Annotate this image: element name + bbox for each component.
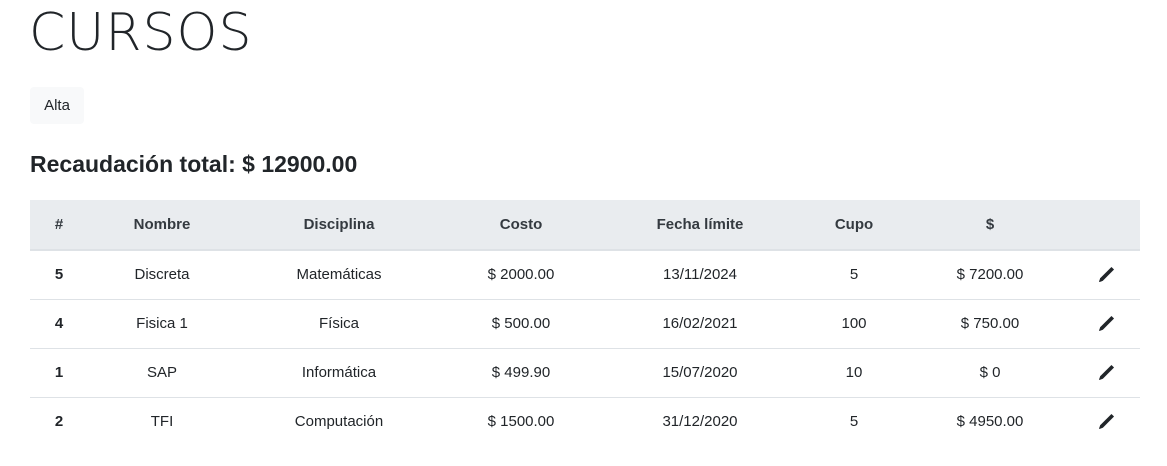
cell-cupo: 5 bbox=[849, 266, 859, 284]
column-header-cupo: Cupo bbox=[800, 200, 908, 251]
cell-disciplina: Informática bbox=[301, 364, 377, 381]
cell-nombre: Discreta bbox=[134, 266, 190, 284]
courses-table: # Nombre Disciplina Costo Fecha límite C… bbox=[30, 200, 1140, 446]
column-header-total: $ bbox=[908, 200, 1072, 251]
pencil-icon[interactable] bbox=[1097, 364, 1115, 382]
cell-disciplina: Computación bbox=[294, 413, 384, 431]
cell-costo: $ 499.90 bbox=[491, 364, 551, 381]
pencil-icon[interactable] bbox=[1097, 266, 1115, 284]
cell-cupo: 5 bbox=[849, 413, 859, 431]
column-header-actions bbox=[1072, 200, 1140, 251]
table-row: 2 TFI Computación $ 1500.00 31/12/2020 5… bbox=[30, 397, 1140, 446]
table-header-row: # Nombre Disciplina Costo Fecha límite C… bbox=[30, 200, 1140, 251]
cell-costo: $ 500.00 bbox=[491, 315, 551, 332]
cell-id: 1 bbox=[54, 364, 64, 381]
table-row: 5 Discreta Matemáticas $ 2000.00 13/11/2… bbox=[30, 250, 1140, 299]
cell-disciplina: Física bbox=[318, 315, 359, 332]
pencil-icon[interactable] bbox=[1097, 413, 1115, 431]
add-course-button[interactable]: Alta bbox=[30, 87, 84, 124]
column-header-id: # bbox=[30, 200, 88, 251]
pencil-icon[interactable] bbox=[1097, 315, 1115, 333]
cell-total: $ 0 bbox=[979, 364, 1001, 381]
page: CURSOS Alta Recaudación total: $ 12900.0… bbox=[0, 0, 1167, 466]
cell-actions bbox=[1072, 348, 1140, 397]
cell-total: $ 750.00 bbox=[960, 315, 1020, 332]
cell-id: 4 bbox=[54, 315, 64, 332]
cell-costo: $ 2000.00 bbox=[487, 266, 555, 284]
cell-fecha: 16/02/2021 bbox=[662, 315, 738, 332]
cell-actions bbox=[1072, 397, 1140, 446]
table-row: 1 SAP Informática $ 499.90 15/07/2020 10… bbox=[30, 348, 1140, 397]
cell-nombre: SAP bbox=[146, 364, 177, 381]
table-row: 4 Fisica 1 Física $ 500.00 16/02/2021 10… bbox=[30, 299, 1140, 348]
cell-actions bbox=[1072, 299, 1140, 348]
cell-cupo: 100 bbox=[841, 315, 867, 332]
cell-id: 2 bbox=[54, 413, 64, 431]
total-revenue: Recaudación total: $ 12900.00 bbox=[30, 151, 358, 177]
cell-nombre: TFI bbox=[150, 413, 174, 431]
cell-disciplina: Matemáticas bbox=[296, 266, 382, 284]
cell-total: $ 4950.00 bbox=[956, 413, 1024, 431]
column-header-nombre: Nombre bbox=[88, 200, 236, 251]
column-header-disciplina: Disciplina bbox=[236, 200, 442, 251]
cell-actions bbox=[1072, 250, 1140, 299]
page-title: CURSOS bbox=[29, 3, 253, 63]
cell-costo: $ 1500.00 bbox=[487, 413, 555, 431]
cell-fecha: 31/12/2020 bbox=[662, 413, 738, 431]
cell-total: $ 7200.00 bbox=[956, 266, 1024, 284]
cell-id: 5 bbox=[54, 266, 64, 284]
column-header-fecha: Fecha límite bbox=[600, 200, 800, 251]
cell-fecha: 15/07/2020 bbox=[662, 364, 738, 381]
cell-cupo: 10 bbox=[845, 364, 863, 381]
cell-nombre: Fisica 1 bbox=[136, 315, 188, 332]
column-header-costo: Costo bbox=[442, 200, 600, 251]
cell-fecha: 13/11/2024 bbox=[663, 266, 737, 284]
